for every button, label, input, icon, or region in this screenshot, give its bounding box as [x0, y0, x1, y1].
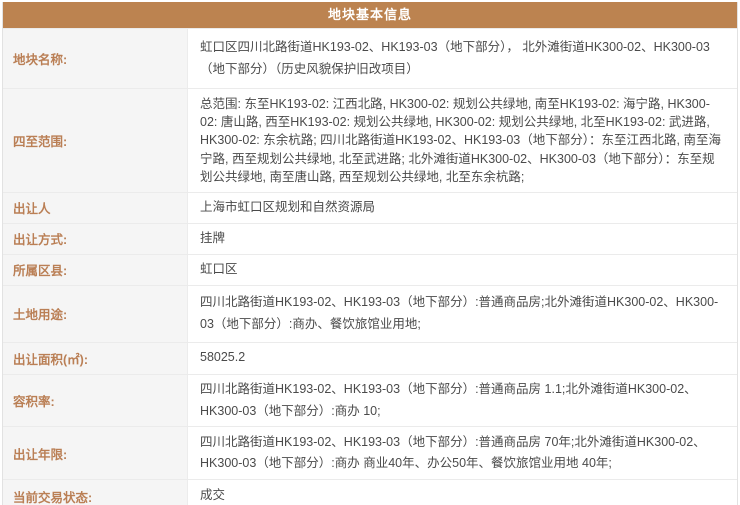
table-row-transfer-area: 出让面积(㎡): 58025.2	[3, 342, 737, 374]
row-value: 总范围: 东至HK193-02: 江西北路, HK300-02: 规划公共绿地,…	[188, 89, 737, 192]
table-row-grantor: 出让人 上海市虹口区规划和自然资源局	[3, 192, 737, 223]
row-value: 四川北路街道HK193-02、HK193-03（地下部分）:普通商品房 1.1;…	[188, 375, 737, 427]
row-label: 四至范围:	[3, 89, 188, 192]
row-value: 上海市虹口区规划和自然资源局	[188, 193, 737, 223]
row-label: 地块名称:	[3, 29, 188, 88]
row-value: 四川北路街道HK193-02、HK193-03（地下部分）:普通商品房;北外滩街…	[188, 286, 737, 342]
row-label: 出让人	[3, 193, 188, 223]
row-value: 虹口区四川北路街道HK193-02、HK193-03（地下部分）， 北外滩街道H…	[188, 29, 737, 88]
row-label: 出让方式:	[3, 224, 188, 254]
row-label: 土地用途:	[3, 286, 188, 342]
table-row-boundaries: 四至范围: 总范围: 东至HK193-02: 江西北路, HK300-02: 规…	[3, 88, 737, 192]
table-row-parcel-name: 地块名称: 虹口区四川北路街道HK193-02、HK193-03（地下部分）， …	[3, 28, 737, 88]
row-label: 容积率:	[3, 375, 188, 427]
table-row-transaction-status: 当前交易状态: 成交	[3, 479, 737, 505]
row-value: 成交	[188, 480, 737, 505]
table-row-transfer-term: 出让年限: 四川北路街道HK193-02、HK193-03（地下部分）:普通商品…	[3, 426, 737, 479]
row-value: 四川北路街道HK193-02、HK193-03（地下部分）:普通商品房 70年;…	[188, 427, 737, 479]
table-row-land-use: 土地用途: 四川北路街道HK193-02、HK193-03（地下部分）:普通商品…	[3, 285, 737, 342]
row-label: 所属区县:	[3, 255, 188, 285]
table-row-district: 所属区县: 虹口区	[3, 254, 737, 285]
row-value: 挂牌	[188, 224, 737, 254]
row-label: 出让年限:	[3, 427, 188, 479]
row-value: 58025.2	[188, 343, 737, 374]
row-value: 虹口区	[188, 255, 737, 285]
row-label: 当前交易状态:	[3, 480, 188, 505]
table-row-transfer-method: 出让方式: 挂牌	[3, 223, 737, 254]
row-label: 出让面积(㎡):	[3, 343, 188, 374]
table-title: 地块基本信息	[3, 2, 737, 28]
land-detail-page: 地块基本信息 地块名称: 虹口区四川北路街道HK193-02、HK193-03（…	[0, 0, 740, 505]
table-row-plot-ratio: 容积率: 四川北路街道HK193-02、HK193-03（地下部分）:普通商品房…	[3, 374, 737, 427]
land-info-table: 地块基本信息 地块名称: 虹口区四川北路街道HK193-02、HK193-03（…	[2, 2, 738, 505]
